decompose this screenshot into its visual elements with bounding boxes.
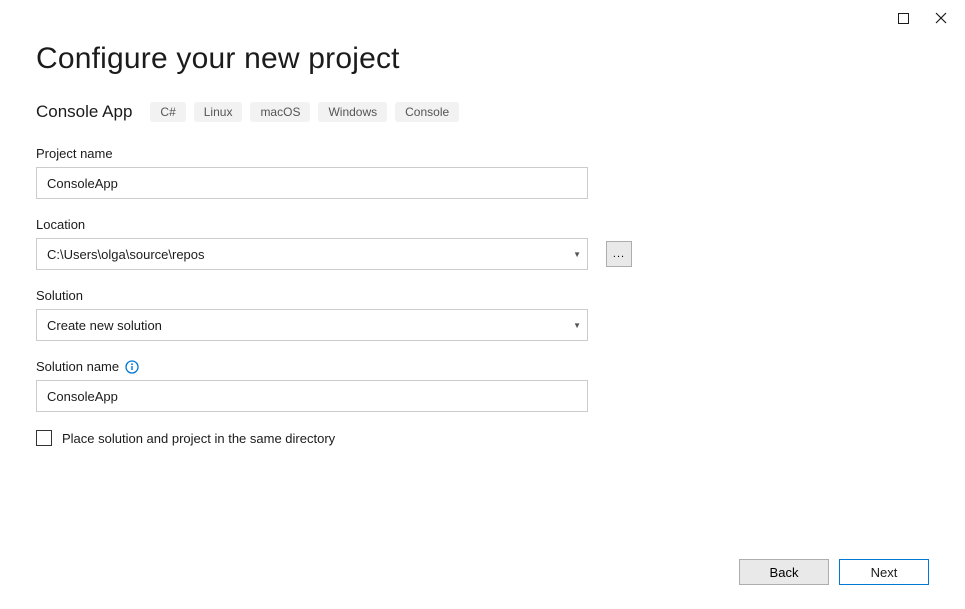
template-tags: C# Linux macOS Windows Console — [150, 102, 459, 122]
info-icon[interactable] — [125, 360, 139, 374]
location-combo[interactable]: C:\Users\olga\source\repos ▼ — [36, 238, 588, 270]
tag: Windows — [318, 102, 387, 122]
close-icon[interactable] — [931, 8, 951, 28]
solution-value: Create new solution — [47, 318, 162, 333]
page-title: Configure your new project — [36, 42, 929, 76]
template-row: Console App C# Linux macOS Windows Conso… — [36, 102, 929, 122]
chevron-down-icon: ▼ — [573, 250, 581, 259]
tag: macOS — [250, 102, 310, 122]
chevron-down-icon: ▼ — [573, 321, 581, 330]
browse-button[interactable]: ... — [606, 241, 632, 267]
location-label: Location — [36, 217, 85, 232]
template-name: Console App — [36, 102, 132, 122]
tag: C# — [150, 102, 185, 122]
tag: Linux — [194, 102, 243, 122]
tag: Console — [395, 102, 459, 122]
solution-name-label: Solution name — [36, 359, 119, 374]
next-button[interactable]: Next — [839, 559, 929, 585]
project-name-input[interactable] — [36, 167, 588, 199]
maximize-icon[interactable] — [893, 8, 913, 28]
back-button[interactable]: Back — [739, 559, 829, 585]
location-value: C:\Users\olga\source\repos — [47, 247, 205, 262]
solution-label: Solution — [36, 288, 83, 303]
same-directory-checkbox[interactable] — [36, 430, 52, 446]
project-name-label: Project name — [36, 146, 113, 161]
solution-combo[interactable]: Create new solution ▼ — [36, 309, 588, 341]
same-directory-label: Place solution and project in the same d… — [62, 431, 335, 446]
solution-name-input[interactable] — [36, 380, 588, 412]
